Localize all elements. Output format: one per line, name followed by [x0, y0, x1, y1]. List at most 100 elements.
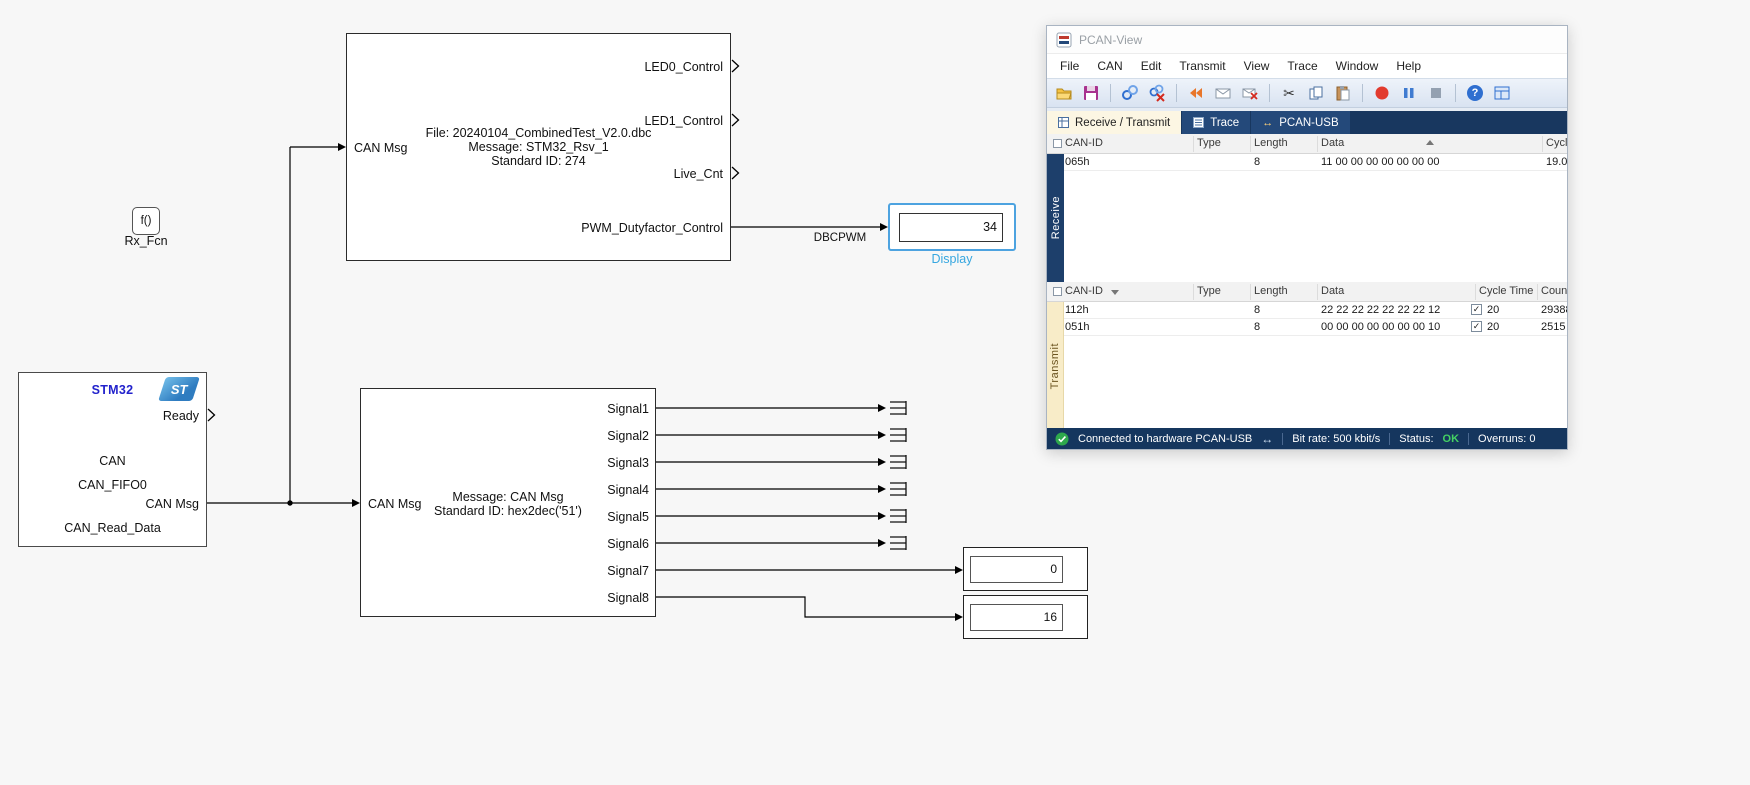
display-block-signal7[interactable]: 0	[963, 547, 1088, 591]
unpack1-port-pwm: PWM_Dutyfactor_Control	[581, 221, 723, 235]
stm32-port-can-msg: CAN Msg	[145, 497, 199, 511]
stm32-block[interactable]: STM32 ST Ready CAN CAN_FIFO0 CAN Msg CAN…	[18, 372, 207, 547]
help-button[interactable]: ?	[1464, 82, 1486, 104]
unpack1-port-livecnt: Live_Cnt	[673, 167, 723, 181]
menu-edit[interactable]: Edit	[1132, 56, 1171, 76]
cell-data: 22 22 22 22 22 22 22 12	[1321, 304, 1441, 316]
cell-cycle-time: 20	[1487, 321, 1500, 333]
col-length[interactable]: Length	[1254, 285, 1288, 297]
open-icon	[1056, 88, 1072, 100]
status-separator	[1468, 432, 1470, 445]
transmit-row[interactable]: 051h 8 00 00 00 00 00 00 00 10 ✓ 20 2515	[1064, 319, 1567, 336]
desktop: f() Rx_Fcn STM32 ST Ready CAN CAN_FIFO0 …	[0, 0, 1750, 785]
menu-can[interactable]: CAN	[1088, 56, 1131, 76]
can-unpack-dbc-block[interactable]: CAN Msg File: 20240104_CombinedTest_V2.0…	[346, 33, 731, 261]
column-select-icon[interactable]	[1053, 139, 1062, 148]
display-block-selected[interactable]: 34	[888, 203, 1016, 251]
col-can-id[interactable]: CAN-ID	[1065, 137, 1103, 149]
unpack2-port-signal4: Signal4	[607, 483, 649, 497]
rx-fcn-label: Rx_Fcn	[124, 234, 168, 248]
menu-view[interactable]: View	[1235, 56, 1279, 76]
new-message-icon	[1215, 88, 1231, 99]
tab-receive-transmit[interactable]: Receive / Transmit	[1047, 111, 1182, 134]
cycle-enabled-checkbox[interactable]: ✓	[1471, 321, 1482, 332]
unpack2-port-signal8: Signal8	[607, 591, 649, 605]
cut-button[interactable]: ✂	[1278, 82, 1300, 104]
display-value: 34	[899, 213, 1003, 242]
unpack2-port-signal2: Signal2	[607, 429, 649, 443]
col-count[interactable]: Count	[1541, 285, 1567, 297]
transmit-side-tab[interactable]: Transmit	[1047, 302, 1064, 430]
copy-button[interactable]	[1305, 82, 1327, 104]
receive-row[interactable]: 065h 8 11 00 00 00 00 00 00 00 19.0	[1064, 154, 1567, 171]
pcan-tabbar: Receive / Transmit Trace ↔ PCAN-USB	[1047, 108, 1567, 134]
pcan-titlebar[interactable]: PCAN-View	[1047, 26, 1567, 54]
display-block-signal8[interactable]: 16	[963, 595, 1088, 639]
menu-window[interactable]: Window	[1327, 56, 1388, 76]
receive-side-tab[interactable]: Receive	[1047, 154, 1064, 282]
disconnect-button[interactable]	[1146, 82, 1168, 104]
stm32-port-ready: Ready	[162, 409, 199, 423]
pcan-usb-tab-icon: ↔	[1262, 116, 1274, 129]
reset-icon	[1190, 88, 1202, 98]
menu-transmit[interactable]: Transmit	[1170, 56, 1234, 76]
connect-icon	[1122, 85, 1138, 100]
pcan-toolbar: ✂ ?	[1047, 78, 1567, 108]
check-icon: ✓	[1472, 321, 1481, 331]
menu-file[interactable]: File	[1051, 56, 1088, 76]
stm32-port-can-fifo0: CAN_FIFO0	[78, 478, 147, 492]
cut-icon: ✂	[1283, 84, 1295, 101]
rx-fcn-block[interactable]: f()	[132, 207, 160, 235]
save-icon	[1084, 86, 1098, 100]
display-block-label: Display	[931, 252, 973, 266]
stm32-port-can: CAN	[99, 454, 126, 468]
trace-window-button[interactable]	[1491, 82, 1513, 104]
stop-button[interactable]	[1425, 82, 1447, 104]
new-message-button[interactable]	[1212, 82, 1234, 104]
tab-trace[interactable]: Trace	[1181, 111, 1251, 134]
transmit-table-header[interactable]: CAN-ID Type Length Data Cycle Time Count	[1047, 282, 1567, 302]
tab-pcan-usb[interactable]: ↔ PCAN-USB	[1250, 111, 1350, 134]
record-button[interactable]	[1371, 82, 1393, 104]
connection-status-text: Connected to hardware PCAN-USB	[1078, 432, 1253, 445]
paste-icon	[1336, 86, 1350, 101]
transmit-row[interactable]: 112h 8 22 22 22 22 22 22 22 12 ✓ 20 2938…	[1064, 302, 1567, 319]
col-type[interactable]: Type	[1197, 137, 1221, 149]
cycle-enabled-checkbox[interactable]: ✓	[1471, 304, 1482, 315]
delete-message-button[interactable]	[1239, 82, 1261, 104]
st-logo-icon: ST	[158, 377, 200, 401]
check-icon: ✓	[1472, 304, 1481, 314]
reset-button[interactable]	[1185, 82, 1207, 104]
cell-length: 8	[1254, 304, 1261, 316]
record-icon	[1375, 86, 1389, 100]
col-cycle[interactable]: Cycle Time	[1546, 137, 1567, 149]
paste-button[interactable]	[1332, 82, 1354, 104]
status-label: Status:	[1399, 432, 1434, 445]
cell-cycle-time: 20	[1487, 304, 1500, 316]
pause-button[interactable]	[1398, 82, 1420, 104]
col-data[interactable]: Data	[1321, 285, 1344, 297]
column-select-icon[interactable]	[1053, 287, 1062, 296]
trace-tab-icon	[1193, 117, 1205, 128]
col-cycle-time[interactable]: Cycle Time	[1479, 285, 1533, 297]
cell-data: 11 00 00 00 00 00 00 00	[1321, 156, 1440, 168]
cell-cycle: 19.0	[1546, 156, 1567, 168]
menu-help[interactable]: Help	[1387, 56, 1430, 76]
receive-table-header[interactable]: CAN-ID Type Length Data Cycle Time	[1047, 134, 1567, 154]
cell-count: 2515	[1541, 321, 1566, 333]
col-type[interactable]: Type	[1197, 285, 1221, 297]
open-button[interactable]	[1053, 82, 1075, 104]
can-unpack-signals-block[interactable]: CAN Msg Message: CAN Msg Standard ID: he…	[360, 388, 656, 617]
col-length[interactable]: Length	[1254, 137, 1288, 149]
terminator-blocks	[890, 401, 907, 550]
col-data[interactable]: Data	[1321, 137, 1344, 149]
toolbar-separator	[1455, 84, 1456, 102]
delete-message-icon	[1242, 88, 1258, 100]
pcan-app-icon	[1056, 32, 1072, 47]
copy-icon	[1309, 86, 1323, 100]
pcan-statusbar: Connected to hardware PCAN-USB ↔ Bit rat…	[1047, 428, 1567, 449]
save-button[interactable]	[1080, 82, 1102, 104]
connect-button[interactable]	[1119, 82, 1141, 104]
col-can-id[interactable]: CAN-ID	[1065, 285, 1103, 297]
menu-trace[interactable]: Trace	[1278, 56, 1326, 76]
